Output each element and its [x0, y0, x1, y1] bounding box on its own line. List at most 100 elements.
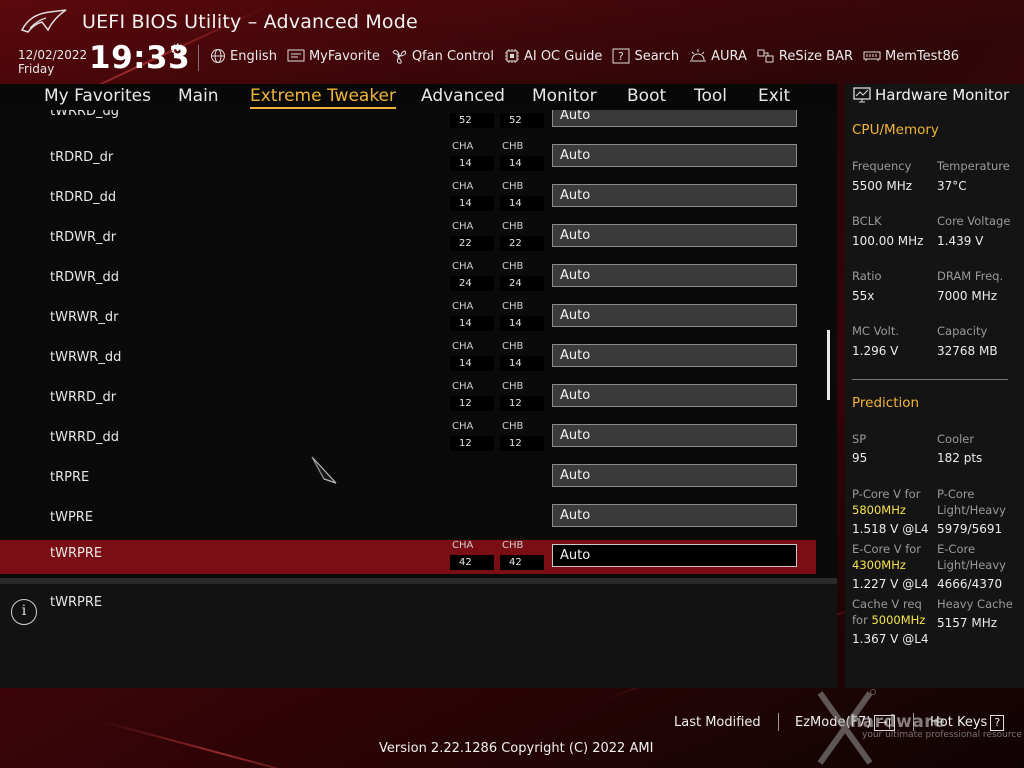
setting-value-field[interactable]: Auto [552, 544, 797, 567]
cache-label-text: Cache V req [852, 597, 922, 611]
setting-row[interactable]: tRDWR_dr CHA 22 CHB 22 Auto [0, 221, 816, 257]
cha-label: CHA [452, 141, 474, 152]
setting-value-field[interactable]: Auto [552, 344, 797, 367]
myfavorite-label: MyFavorite [308, 48, 380, 64]
setting-row[interactable]: tWRWR_dr CHA 14 CHB 14 Auto [0, 301, 816, 337]
language-button[interactable]: English [210, 46, 277, 66]
cha-value: 22 [450, 236, 494, 251]
ratio-value: 55x [852, 289, 875, 303]
cha-label: CHA [452, 381, 474, 392]
tab-boot[interactable]: Boot [627, 86, 666, 106]
setting-row[interactable]: tWRRD_dd CHA 12 CHB 12 Auto [0, 421, 816, 457]
ecore-label: E-Core V for 4300MHz [852, 541, 921, 573]
footer-divider [778, 713, 779, 731]
monitor-icon [853, 87, 871, 103]
search-button[interactable]: ? Search [612, 46, 679, 66]
setting-label: tRPRE [50, 470, 90, 485]
globe-icon [211, 49, 225, 63]
setting-value-field[interactable]: Auto [552, 224, 797, 247]
channel-b: CHB 14 [500, 141, 544, 173]
core-voltage-label: Core Voltage [937, 214, 1011, 228]
fan-icon [392, 49, 406, 64]
ecore-lh-value: 4666/4370 [937, 577, 1003, 591]
setting-label: tRDRD_dd [50, 190, 117, 205]
cha-label: CHA [452, 181, 474, 192]
channel-b: CHB 14 [500, 181, 544, 213]
hardware-monitor-title: Hardware Monitor [853, 86, 1009, 104]
tab-exit[interactable]: Exit [758, 86, 790, 106]
qfan-control-button[interactable]: Qfan Control [390, 46, 494, 66]
chb-value: 52 [500, 113, 544, 128]
setting-row-selected[interactable]: tWRPRE CHA 42 CHB 42 Auto [0, 540, 816, 574]
frequency-label: Frequency [852, 159, 912, 173]
setting-label: tWRRD_dd [50, 430, 120, 445]
ecore-lh-label-1: E-Core [937, 542, 976, 556]
clock-settings-gear-icon[interactable]: ⚙ [170, 41, 185, 61]
setting-value-field[interactable]: Auto [552, 384, 797, 407]
tab-monitor[interactable]: Monitor [532, 86, 597, 106]
cha-value: 42 [450, 555, 494, 570]
mouse-cursor-icon [311, 456, 337, 484]
chb-label: CHB [502, 540, 524, 551]
app-title: UEFI BIOS Utility – Advanced Mode [82, 11, 418, 33]
channel-b: CHB 12 [500, 381, 544, 413]
bclk-value: 100.00 MHz [852, 234, 924, 248]
setting-row[interactable]: tWRRD_dg CHA52 CHB52 Auto [0, 110, 816, 133]
tab-extreme-tweaker[interactable]: Extreme Tweaker [250, 86, 397, 109]
setting-value-field[interactable]: Auto [552, 144, 797, 167]
setting-row[interactable]: tRDRD_dd CHA 14 CHB 14 Auto [0, 181, 816, 217]
setting-row[interactable]: tRDWR_dd CHA 24 CHB 24 Auto [0, 261, 816, 297]
cha-value: 12 [450, 396, 494, 411]
channel-a: CHA 24 [450, 261, 494, 293]
setting-value-field[interactable]: Auto [552, 110, 797, 127]
scrollbar[interactable] [827, 330, 830, 400]
bclk-label: BCLK [852, 214, 882, 228]
chb-label: CHB [502, 261, 524, 272]
memtest-icon [863, 51, 881, 61]
tab-main[interactable]: Main [178, 86, 219, 106]
setting-value-field[interactable]: Auto [552, 184, 797, 207]
setting-row[interactable]: tWRWR_dd CHA 14 CHB 14 Auto [0, 341, 816, 377]
cha-value: 14 [450, 196, 494, 211]
resize-bar-button[interactable]: ReSize BAR [757, 46, 853, 66]
ai-oc-guide-label: AI OC Guide [523, 48, 603, 64]
setting-row[interactable]: tRPRE Auto [0, 463, 816, 497]
setting-row[interactable]: tRDRD_dr CHA 14 CHB 14 Auto [0, 141, 816, 177]
channel-a: CHA 14 [450, 181, 494, 213]
dram-freq-label: DRAM Freq. [937, 269, 1004, 283]
cha-value: 52 [450, 113, 494, 128]
setting-value-field[interactable]: Auto [552, 504, 797, 527]
channel-b: CHB52 [500, 110, 544, 130]
aura-button[interactable]: AURA [689, 46, 747, 66]
setting-row[interactable]: tWPRE Auto [0, 503, 816, 537]
heavy-cache-label: Heavy Cache [937, 597, 1013, 611]
date-display: 12/02/2022 Friday [18, 48, 87, 76]
chb-label: CHB [502, 141, 524, 152]
tab-my-favorites[interactable]: My Favorites [44, 86, 151, 106]
channel-a: CHA 14 [450, 141, 494, 173]
setting-value-field[interactable]: Auto [552, 464, 797, 487]
chb-value: 12 [500, 396, 544, 411]
cha-label: CHA [452, 540, 474, 551]
setting-value-field[interactable]: Auto [552, 264, 797, 287]
frequency-value: 5500 MHz [852, 179, 913, 193]
ai-oc-guide-button[interactable]: AI OC Guide [504, 46, 602, 66]
tab-tool[interactable]: Tool [694, 86, 727, 106]
setting-value-field[interactable]: Auto [552, 304, 797, 327]
setting-value-field[interactable]: Auto [552, 424, 797, 447]
tab-advanced[interactable]: Advanced [421, 86, 505, 106]
ecore-lh-label: E-Core Light/Heavy [937, 541, 1006, 573]
favorite-icon [287, 49, 305, 62]
cache-label: Cache V req for 5000MHz [852, 596, 925, 628]
chb-label: CHB [502, 301, 524, 312]
memtest86-button[interactable]: MemTest86 [863, 46, 959, 66]
setting-row[interactable]: tWRRD_dr CHA 12 CHB 12 Auto [0, 381, 816, 417]
cha-label: CHA [452, 301, 474, 312]
chb-label: CHB [502, 381, 524, 392]
last-modified-button[interactable]: Last Modified [674, 715, 761, 730]
myfavorite-button[interactable]: MyFavorite [287, 46, 380, 66]
pcore-label-text: P-Core V for [852, 487, 921, 501]
pcore-freq: 5800MHz [852, 503, 906, 517]
core-voltage-value: 1.439 V [937, 234, 984, 248]
mc-volt-value: 1.296 V [852, 344, 899, 358]
